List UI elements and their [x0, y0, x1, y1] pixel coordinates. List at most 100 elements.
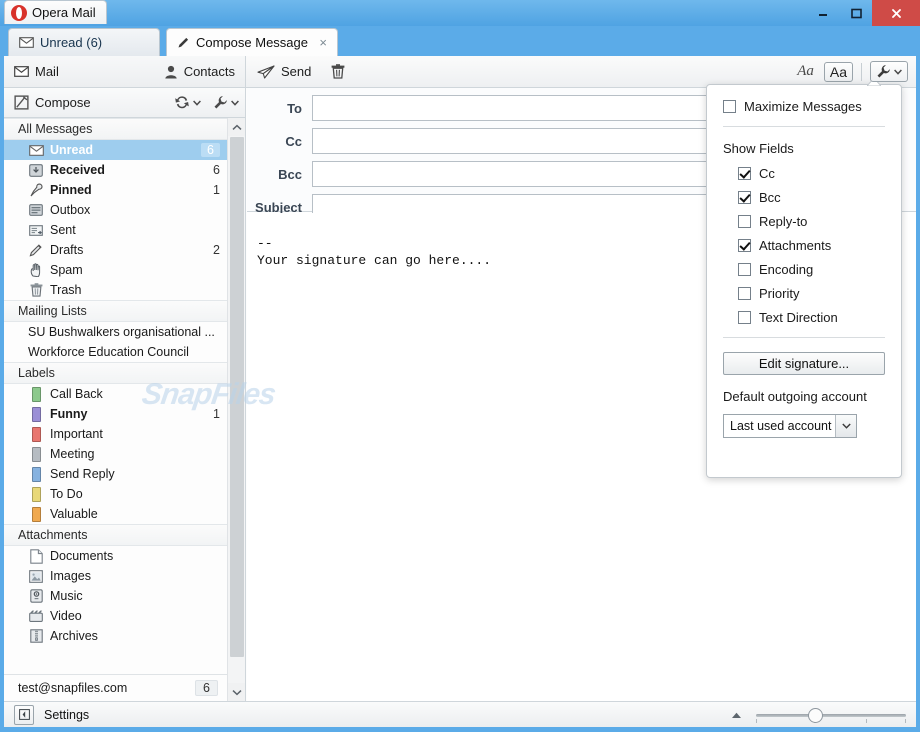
sidebar-item-drafts[interactable]: Drafts 2	[4, 240, 228, 260]
show-fields-title: Show Fields	[723, 141, 794, 156]
show-field-row-cc[interactable]: Cc	[738, 166, 885, 181]
show-field-checkbox-reply-to[interactable]	[738, 215, 751, 228]
close-button[interactable]	[872, 0, 920, 26]
label-chip	[28, 446, 44, 462]
tab-unread[interactable]: Unread (6)	[8, 28, 160, 56]
compose-button-label: Compose	[35, 95, 91, 110]
maximize-button[interactable]	[839, 0, 872, 26]
sidebar-item-count: 1	[213, 407, 220, 421]
sent-icon	[29, 224, 43, 236]
archive-icon	[28, 629, 44, 643]
status-expand-button[interactable]	[731, 707, 742, 722]
sidebar-group-header[interactable]: Labels	[4, 362, 228, 384]
sidebar-item-label: Trash	[50, 283, 82, 297]
inbox-icon	[29, 163, 43, 177]
sidebar-toggle-icon	[18, 709, 30, 720]
label-color-chip	[31, 466, 41, 482]
show-field-row-encoding[interactable]: Encoding	[738, 262, 885, 277]
scrollbar-thumb[interactable]	[230, 137, 244, 657]
show-field-checkbox-encoding[interactable]	[738, 263, 751, 276]
sidebar-scrollbar[interactable]	[227, 118, 245, 701]
select-chevron-down-icon[interactable]	[835, 415, 856, 437]
default-account-select[interactable]: Last used account	[723, 414, 857, 438]
maximize-messages-checkbox[interactable]	[723, 100, 736, 113]
sidebar-item-label: Drafts	[50, 243, 84, 257]
sidebar-item-outbox[interactable]: Outbox	[4, 200, 228, 220]
show-field-row-priority[interactable]: Priority	[738, 286, 885, 301]
sidebar-item-unread[interactable]: Unread 6	[4, 140, 228, 160]
compose-settings-button[interactable]	[870, 61, 908, 82]
sidebar-item-received[interactable]: Received 6	[4, 160, 228, 180]
show-field-checkbox-text-direction[interactable]	[738, 311, 751, 324]
tab-close-icon[interactable]: ×	[319, 36, 327, 49]
label-chip	[28, 506, 44, 522]
sidebar-group-header[interactable]: All Messages	[4, 118, 228, 140]
sidebar-item-archives[interactable]: Archives	[4, 626, 228, 646]
pencil-icon	[178, 37, 189, 48]
sidebar-group-header[interactable]: Attachments	[4, 524, 228, 546]
sync-button[interactable]	[168, 95, 207, 110]
show-field-checkbox-priority[interactable]	[738, 287, 751, 300]
maximize-messages-label: Maximize Messages	[744, 99, 862, 114]
panel-toggle-button[interactable]	[14, 704, 34, 725]
default-account-title: Default outgoing account	[723, 389, 867, 404]
show-field-row-reply-to[interactable]: Reply-to	[738, 214, 885, 229]
sidebar-item-workforce-education-council[interactable]: Workforce Education Council	[4, 342, 228, 362]
minimize-button[interactable]	[806, 0, 839, 26]
maximize-messages-row[interactable]: Maximize Messages	[723, 99, 885, 114]
show-field-checkbox-cc[interactable]	[738, 167, 751, 180]
sidebar-item-trash[interactable]: Trash	[4, 280, 228, 300]
zoom-slider-thumb[interactable]	[808, 707, 823, 723]
sidebar-item-pinned[interactable]: Pinned 1	[4, 180, 228, 200]
send-button[interactable]: Send	[247, 56, 321, 87]
plain-text-button[interactable]: Aa	[793, 62, 818, 81]
label-color-chip	[31, 446, 41, 462]
sidebar-settings-button[interactable]	[207, 95, 245, 110]
sidebar-item-meeting[interactable]: Meeting	[4, 444, 228, 464]
sidebar-group-header[interactable]: Mailing Lists	[4, 300, 228, 322]
sidebar: All Messages Unread 6 Received 6 Pinned 1 Outbo…	[4, 118, 246, 701]
sidebar-item-spam[interactable]: Spam	[4, 260, 228, 280]
sidebar-item-documents[interactable]: Documents	[4, 546, 228, 566]
zoom-tick	[756, 718, 757, 723]
sidebar-item-label: Workforce Education Council	[28, 345, 189, 359]
rich-text-button[interactable]: Aa	[823, 61, 853, 82]
hand-icon	[30, 263, 40, 277]
sidebar-item-to-do[interactable]: To Do	[4, 484, 228, 504]
zoom-slider[interactable]	[756, 707, 906, 723]
label-color-chip	[31, 386, 41, 402]
sidebar-item-send-reply[interactable]: Send Reply	[4, 464, 228, 484]
envelope-icon	[28, 144, 44, 156]
sidebar-item-funny[interactable]: Funny 1	[4, 404, 228, 424]
sidebar-item-video[interactable]: Video	[4, 606, 228, 626]
envelope-icon	[19, 37, 34, 48]
sidebar-item-su-bushwalkers-organisational[interactable]: SU Bushwalkers organisational ...	[4, 322, 228, 342]
label-chip	[28, 486, 44, 502]
app-title-tab[interactable]: Opera Mail	[4, 0, 107, 24]
edit-signature-button[interactable]: Edit signature...	[723, 352, 885, 375]
discard-button[interactable]	[321, 56, 355, 87]
label-chip	[28, 406, 44, 422]
send-plane-icon	[257, 64, 275, 79]
compose-button[interactable]: Compose	[4, 87, 101, 118]
sidebar-item-music[interactable]: Music	[4, 586, 228, 606]
sidebar-item-valuable[interactable]: Valuable	[4, 504, 228, 524]
settings-label[interactable]: Settings	[44, 708, 89, 722]
scroll-up-button[interactable]	[228, 118, 245, 136]
contacts-button[interactable]: Contacts	[154, 56, 245, 87]
sidebar-item-important[interactable]: Important	[4, 424, 228, 444]
tab-compose-message[interactable]: Compose Message ×	[166, 28, 338, 56]
show-field-checkbox-bcc[interactable]	[738, 191, 751, 204]
account-row[interactable]: test@snapfiles.com 6	[4, 674, 228, 701]
show-field-label-bcc: Bcc	[759, 190, 781, 205]
show-field-row-bcc[interactable]: Bcc	[738, 190, 885, 205]
show-field-row-text-direction[interactable]: Text Direction	[738, 310, 885, 325]
show-field-checkbox-attachments[interactable]	[738, 239, 751, 252]
show-field-row-attachments[interactable]: Attachments	[738, 238, 885, 253]
scroll-down-button[interactable]	[228, 683, 245, 701]
sidebar-item-call-back[interactable]: Call Back	[4, 384, 228, 404]
sidebar-item-images[interactable]: Images	[4, 566, 228, 586]
sidebar-item-label: Unread	[50, 143, 94, 157]
sidebar-item-sent[interactable]: Sent	[4, 220, 228, 240]
mail-button[interactable]: Mail	[4, 56, 69, 87]
